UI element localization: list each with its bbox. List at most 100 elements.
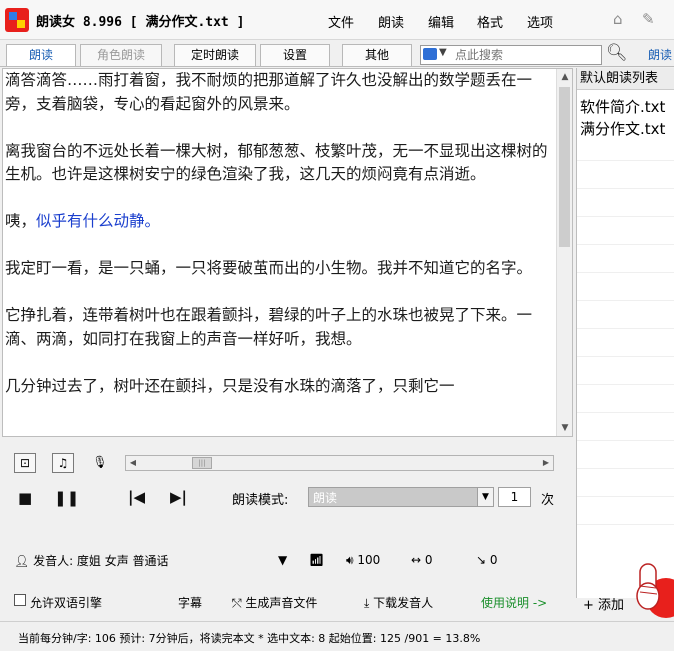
next-icon[interactable]: ▶| [170,488,187,506]
search-box: ▼ [420,45,602,65]
paragraph: 几分钟过去了，树叶还在颤抖，只是没有水珠的滴落了，只剩它一 [5,376,455,395]
scroll-right-icon[interactable]: ▶ [539,456,553,470]
chevron-down-icon[interactable]: ▼ [477,488,493,506]
download-icon: ⤓ [364,596,374,610]
mascot-icon[interactable] [636,556,674,620]
tab-other[interactable]: 其他 [342,44,412,66]
subtitle-window-icon[interactable]: ⊡ [14,453,36,473]
scroll-left-icon[interactable]: ◀ [126,456,140,470]
pin-icon[interactable]: ✎ [642,10,655,28]
list-divider [577,160,674,161]
menu-read[interactable]: 朗读 [378,12,404,31]
speed-control[interactable]: ↔ 0 [411,550,433,570]
stop-icon[interactable]: ■ [18,489,32,507]
scroll-up-icon[interactable]: ▲ [557,69,572,85]
list-divider [577,440,674,441]
selected-text: 似乎有什么动静。 [36,212,161,230]
tab-role-read[interactable]: 角色朗读 [80,44,162,66]
list-divider [577,328,674,329]
microphone-icon[interactable]: 🎙︎ [89,453,111,473]
home-icon[interactable]: ⌂ [613,10,623,28]
menu-format[interactable]: 格式 [477,12,503,31]
repeat-count-field[interactable]: 1 [498,487,531,507]
list-divider [577,468,674,469]
list-divider [577,216,674,217]
read-list-pane: 默认朗读列表 软件简介.txt 满分作文.txt [576,68,674,598]
subtitle-button[interactable]: 字幕 [178,594,202,611]
menu-edit[interactable]: 编辑 [428,12,454,31]
convert-icon: ⤲ [232,596,246,610]
list-divider [577,244,674,245]
previous-icon[interactable]: |◀ [128,488,145,506]
paragraph-prefix: 咦， [5,212,37,230]
tab-settings[interactable]: 设置 [260,44,330,66]
search-engine-dropdown[interactable]: ▼ [421,46,455,64]
list-divider [577,300,674,301]
list-divider [577,524,674,525]
download-voices-label: 下载发音人 [373,596,434,610]
scroll-thumb[interactable] [559,87,570,247]
read-mode-value: 朗读 [313,491,338,505]
bilingual-label[interactable]: 允许双语引擎 [30,594,102,611]
list-divider [577,412,674,413]
tab-bar: 朗读 角色朗读 定时朗读 设置 其他 ▼ [0,41,674,67]
window-title: 朗读女 8.996 [ 满分作文.txt ] [36,15,245,30]
pitch-icon: ↘ [476,553,490,567]
vertical-scrollbar[interactable]: ▲ ▼ [556,69,572,436]
paragraph: 离我窗台的不远处长着一棵大树，郁郁葱葱、枝繁叶茂，无一不显现出这棵树的生机。也许… [5,141,548,184]
help-link[interactable]: 使用说明 -> [481,594,547,611]
progress-thumb[interactable]: ||| [192,457,212,469]
dropdown-arrow-icon: ▼ [439,47,447,58]
list-divider [577,496,674,497]
search-icon[interactable]: 🔍︎ [606,43,628,63]
status-bar: 当前每分钟/字: 106 预计: 7分钟后，将读完本文 * 选中文本: 8 起始… [0,621,674,651]
read-mode-select[interactable]: 朗读 ▼ [308,487,494,507]
pause-icon[interactable]: ❚❚ [54,489,79,507]
tab-read[interactable]: 朗读 [6,44,76,66]
volume-value: 100 [357,553,381,567]
scroll-down-icon[interactable]: ▼ [557,420,572,436]
status-text: 当前每分钟/字: 106 预计: 7分钟后，将读完本文 * 选中文本: 8 起始… [18,632,481,645]
add-button[interactable]: + 添加 [583,594,624,613]
read-mode-label: 朗读模式: [232,493,289,508]
generate-audio-label: 生成声音文件 [245,596,318,610]
list-item[interactable]: 软件简介.txt [580,96,665,117]
paragraph: 它挣扎着，连带着树叶也在跟着颤抖，碧绿的叶子上的水珠也被晃了下来。一滴、两滴，如… [5,306,533,348]
document-content[interactable]: 滴答滴答……雨打着窗，我不耐烦的把那道解了许久也没解出的数学题丢在一旁，支着脑袋… [5,69,557,422]
read-list-header[interactable]: 默认朗读列表 [577,68,674,90]
pitch-value: 0 [489,553,498,567]
list-divider [577,188,674,189]
menu-file[interactable]: 文件 [328,12,354,31]
signal-icon[interactable]: 📶︎ [309,550,324,570]
speed-value: 0 [424,553,433,567]
times-label: 次 [541,493,555,508]
title-bar: 朗读女 8.996 [ 满分作文.txt ] 文件 朗读 编辑 格式 选项 ⌂ … [0,0,674,40]
generate-audio-button[interactable]: ⤲ 生成声音文件 [232,594,317,611]
list-divider [577,356,674,357]
list-item[interactable]: 满分作文.txt [580,118,665,139]
document-text-area[interactable]: 滴答滴答……雨打着窗，我不耐烦的把那道解了许久也没解出的数学题丢在一旁，支着脑袋… [2,68,573,437]
paragraph-selected: 咦，似乎有什么动静。 [5,210,557,234]
progress-scrollbar[interactable]: ◀ ||| ▶ [125,455,554,471]
paragraph: 我定盯一看，是一只蛹，一只将要破茧而出的小生物。我并不知道它的名字。 [5,259,533,277]
menu-options[interactable]: 选项 [527,12,553,31]
tab-timed-read[interactable]: 定时朗读 [174,44,256,66]
search-read-link[interactable]: 朗读 [648,46,672,63]
voice-selector[interactable]: 👤︎ 发音人: 度姐 女声 普通话 [14,552,169,569]
search-input[interactable] [455,46,600,64]
voice-dropdown-icon[interactable]: ▼ [278,550,287,570]
speaker-icon: 🔊︎ [346,553,358,567]
list-divider [577,272,674,273]
volume-control[interactable]: 🔊︎ 100 [346,550,380,570]
paragraph: 滴答滴答……雨打着窗，我不耐烦的把那道解了许久也没解出的数学题丢在一旁，支着脑袋… [5,71,533,113]
music-icon[interactable]: ♫ [52,453,74,473]
list-divider [577,384,674,385]
paw-icon [423,48,437,60]
app-logo-icon [5,8,29,32]
bilingual-checkbox[interactable] [14,594,26,606]
pitch-control[interactable]: ↘ 0 [476,550,498,570]
person-icon: 👤︎ [14,554,34,568]
download-voices-button[interactable]: ⤓ 下载发音人 [364,594,433,611]
voice-label: 发音人: 度姐 女声 普通话 [33,554,169,568]
speed-arrows-icon: ↔ [411,553,425,567]
